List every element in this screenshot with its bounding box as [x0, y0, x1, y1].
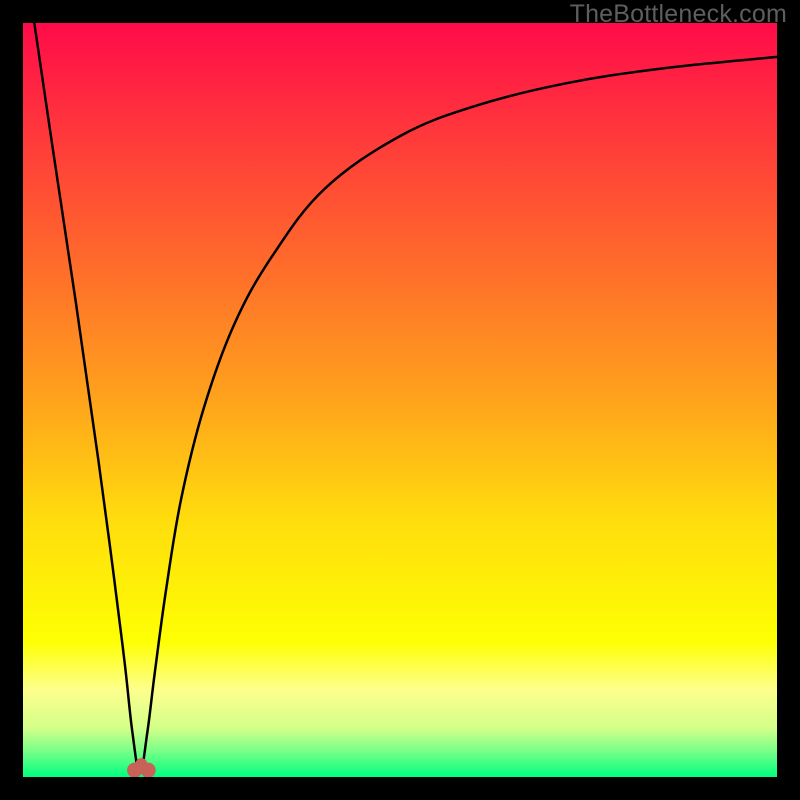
chart-plot [23, 23, 777, 777]
min-bridge [135, 758, 147, 770]
chart-svg [23, 23, 777, 777]
chart-frame: TheBottleneck.com [0, 0, 800, 800]
